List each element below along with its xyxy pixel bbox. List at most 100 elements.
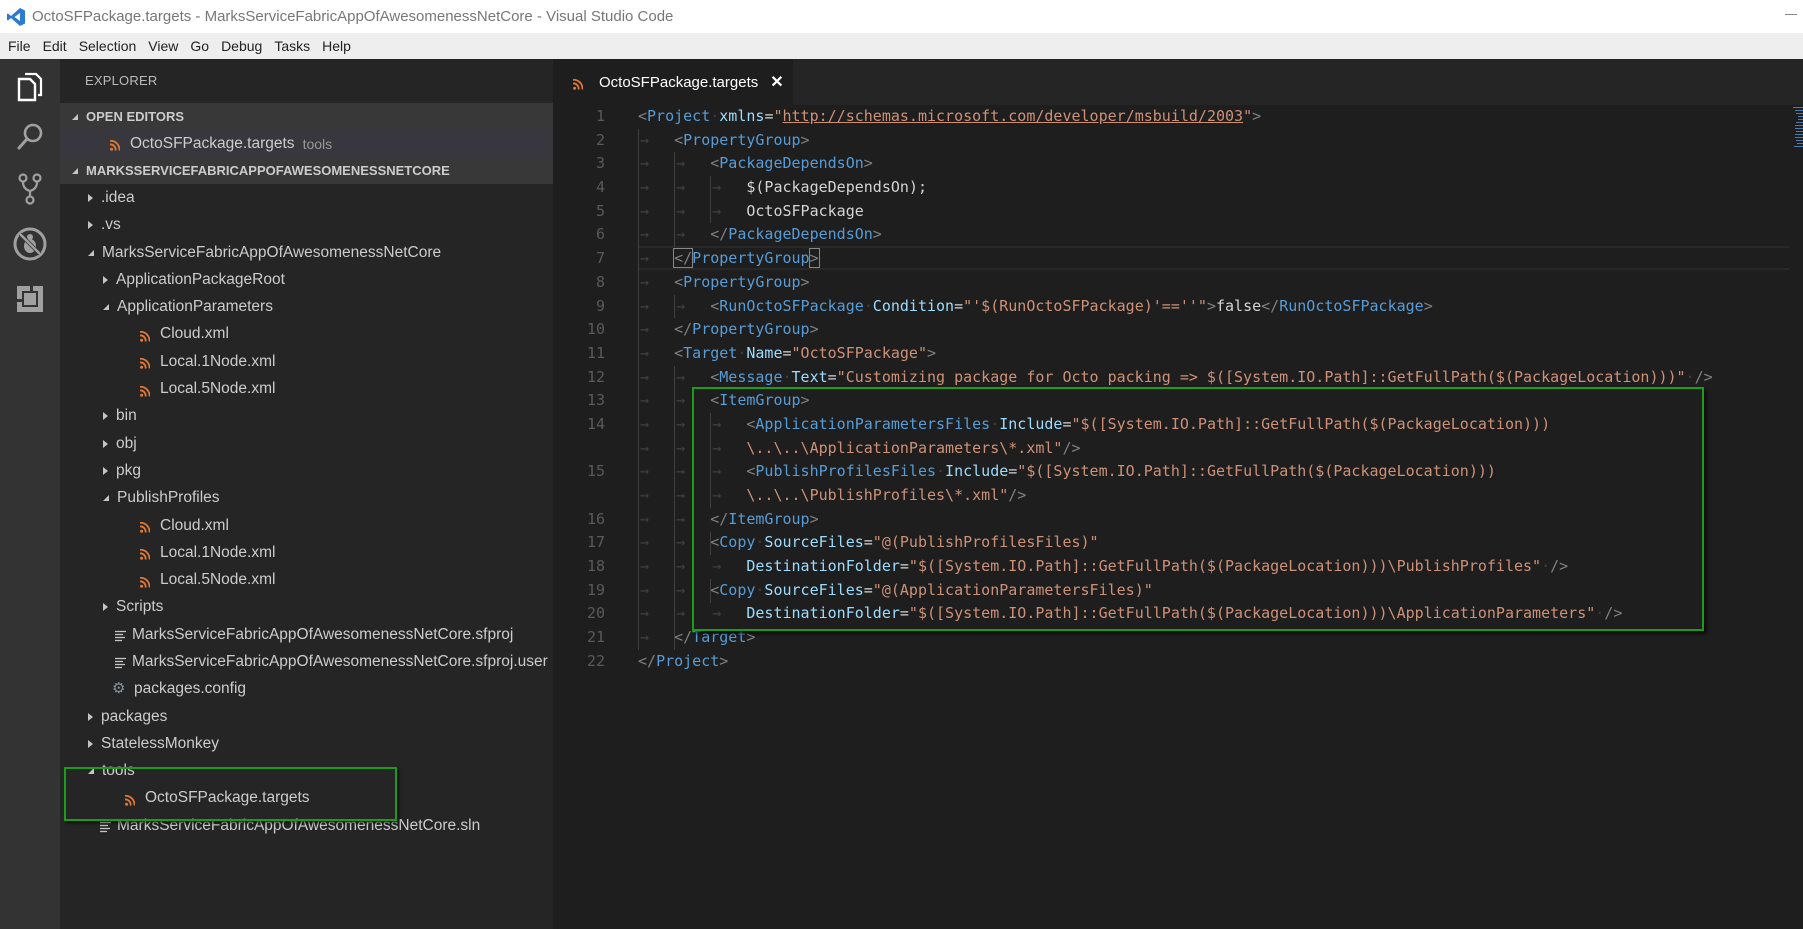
code-token: ·	[782, 367, 792, 386]
tree-file[interactable]: Local.1Node.xml	[60, 348, 553, 375]
code-token: ·	[1595, 604, 1605, 623]
indent-guide	[674, 365, 676, 651]
code-text: <PackageDependsOn>	[710, 152, 873, 176]
code-token: />	[1604, 604, 1623, 623]
explorer-icon[interactable]	[0, 62, 60, 112]
code-token: RunOctoSFPackage	[1279, 296, 1424, 315]
line-number: 16	[586, 509, 605, 528]
chevron-right-icon[interactable]	[88, 739, 93, 748]
tree-folder[interactable]: tools	[60, 758, 553, 785]
tree-file[interactable]: MarksServiceFabricAppOfAwesomenessNetCor…	[60, 812, 553, 839]
tree-folder[interactable]: ApplicationPackageRoot	[60, 266, 553, 293]
menu-file[interactable]: File	[2, 33, 37, 59]
tree-file[interactable]: OctoSFPackage.targets	[60, 785, 553, 812]
tab-whitespace-marker: →	[676, 486, 686, 504]
code-token: ItemGroup	[728, 509, 810, 528]
chevron-right-icon[interactable]	[88, 193, 93, 202]
source-control-icon[interactable]	[0, 164, 60, 214]
tree-file[interactable]: Local.5Node.xml	[60, 375, 553, 402]
tree-folder[interactable]: ApplicationParameters	[60, 293, 553, 320]
tree-file[interactable]: MarksServiceFabricAppOfAwesomenessNetCor…	[60, 648, 553, 675]
menu-selection[interactable]: Selection	[73, 33, 143, 59]
tab-whitespace-marker: →	[640, 628, 650, 647]
menu-view[interactable]: View	[142, 33, 184, 59]
chevron-right-icon[interactable]	[88, 712, 93, 721]
menu-edit[interactable]: Edit	[37, 33, 73, 59]
code-token: </	[710, 225, 729, 244]
tree-folder[interactable]: .vs	[60, 212, 553, 239]
line-number: 21	[586, 628, 605, 647]
tree-folder[interactable]: packages	[60, 703, 553, 730]
chevron-down-icon[interactable]	[103, 495, 109, 502]
tab-whitespace-marker: →	[640, 296, 650, 315]
debug-icon[interactable]	[0, 219, 60, 269]
tree-item-label: MarksServiceFabricAppOfAwesomenessNetCor…	[102, 243, 442, 261]
code-token: Copy	[719, 533, 756, 552]
open-editors-header[interactable]: OPEN EDITORS	[60, 103, 553, 130]
tree-folder[interactable]: .idea	[60, 184, 553, 211]
gear-icon: ⚙	[112, 680, 126, 698]
line-number: 3	[595, 154, 605, 173]
code-token: >	[809, 509, 819, 528]
chevron-right-icon[interactable]	[103, 412, 108, 421]
tree-item-label: StatelessMonkey	[101, 734, 220, 752]
tree-folder[interactable]: StatelessMonkey	[60, 730, 553, 757]
code-token: PackageDependsOn	[728, 225, 873, 244]
workspace-header[interactable]: MARKSSERVICEFABRICAPPOFAWESOMENESSNETCOR…	[60, 157, 553, 185]
chevron-right-icon[interactable]	[103, 603, 108, 612]
tree-folder[interactable]: Scripts	[60, 594, 553, 621]
code-line: 1 <Project·xmlns="http://schemas.microsof…	[553, 105, 1803, 129]
minimap[interactable]	[1789, 105, 1803, 165]
chevron-right-icon[interactable]	[103, 275, 108, 284]
line-number: 13	[586, 391, 605, 410]
tree-folder[interactable]: bin	[60, 403, 553, 430]
tree-file[interactable]: Cloud.xml	[60, 321, 553, 348]
menu-debug[interactable]: Debug	[215, 33, 268, 59]
tree-file[interactable]: ⚙ packages.config	[60, 676, 553, 703]
explorer-sidebar: EXPLORER OPEN EDITORS OctoSFPackage.targ…	[60, 59, 553, 929]
tab-whitespace-marker: →	[640, 604, 650, 623]
code-token: "$([System.IO.Path]::GetFullPath($(Packa…	[908, 604, 1596, 623]
extensions-icon[interactable]	[0, 274, 60, 324]
tree-file[interactable]: MarksServiceFabricAppOfAwesomenessNetCor…	[60, 621, 553, 648]
code-token: "$([System.IO.Path]::GetFullPath($(Packa…	[1071, 414, 1551, 433]
code-token: PublishProfilesFiles	[755, 462, 937, 481]
tree-item-label: ApplicationPackageRoot	[116, 270, 285, 288]
code-text: $(PackageDependsOn);	[746, 176, 927, 200]
tree-folder[interactable]: pkg	[60, 457, 553, 484]
close-icon[interactable]: ✕	[770, 72, 783, 92]
tab-whitespace-marker: →	[640, 557, 650, 576]
code-token: >	[809, 320, 819, 339]
chevron-right-icon[interactable]	[103, 466, 108, 475]
menu-go[interactable]: Go	[184, 33, 215, 59]
file-lines-icon	[115, 629, 126, 641]
line-number: 12	[586, 367, 605, 386]
menu-tasks[interactable]: Tasks	[268, 33, 316, 59]
tree-folder[interactable]: MarksServiceFabricAppOfAwesomenessNetCor…	[60, 239, 553, 266]
chevron-right-icon[interactable]	[88, 221, 93, 230]
chevron-right-icon[interactable]	[103, 439, 108, 448]
chevron-down-icon[interactable]	[88, 249, 94, 256]
chevron-down-icon[interactable]	[103, 304, 109, 311]
tab-whitespace-marker: →	[712, 604, 722, 623]
tree-folder[interactable]: obj	[60, 430, 553, 457]
code-text: <RunOctoSFPackage·Condition="'$(RunOctoS…	[710, 295, 1433, 319]
tree-file[interactable]: Local.5Node.xml	[60, 566, 553, 593]
minimize-button[interactable]	[1757, 0, 1803, 33]
open-editor-item[interactable]: OctoSFPackage.targets tools	[60, 130, 553, 158]
code-editor[interactable]: 1 <Project·xmlns="http://schemas.microsof…	[553, 105, 1803, 674]
tree-file[interactable]: Local.1Node.xml	[60, 539, 553, 566]
tree-item-label: Scripts	[116, 598, 164, 616]
code-line: 18 → → → DestinationFolder="$([System.IO.Pat…	[553, 555, 1803, 579]
search-icon[interactable]	[0, 111, 60, 161]
tab-whitespace-marker: →	[640, 178, 650, 197]
line-number: 7	[595, 249, 605, 268]
tab-octosfpackage-targets[interactable]: OctoSFPackage.targets ✕	[553, 59, 793, 105]
tree-file[interactable]: Cloud.xml	[60, 512, 553, 539]
menu-help[interactable]: Help	[316, 33, 357, 59]
chevron-down-icon[interactable]	[88, 768, 94, 775]
tab-whitespace-marker: →	[640, 272, 650, 291]
code-token: >	[872, 225, 882, 244]
code-text: </PropertyGroup>	[673, 247, 820, 271]
tree-folder[interactable]: PublishProfiles	[60, 485, 553, 512]
